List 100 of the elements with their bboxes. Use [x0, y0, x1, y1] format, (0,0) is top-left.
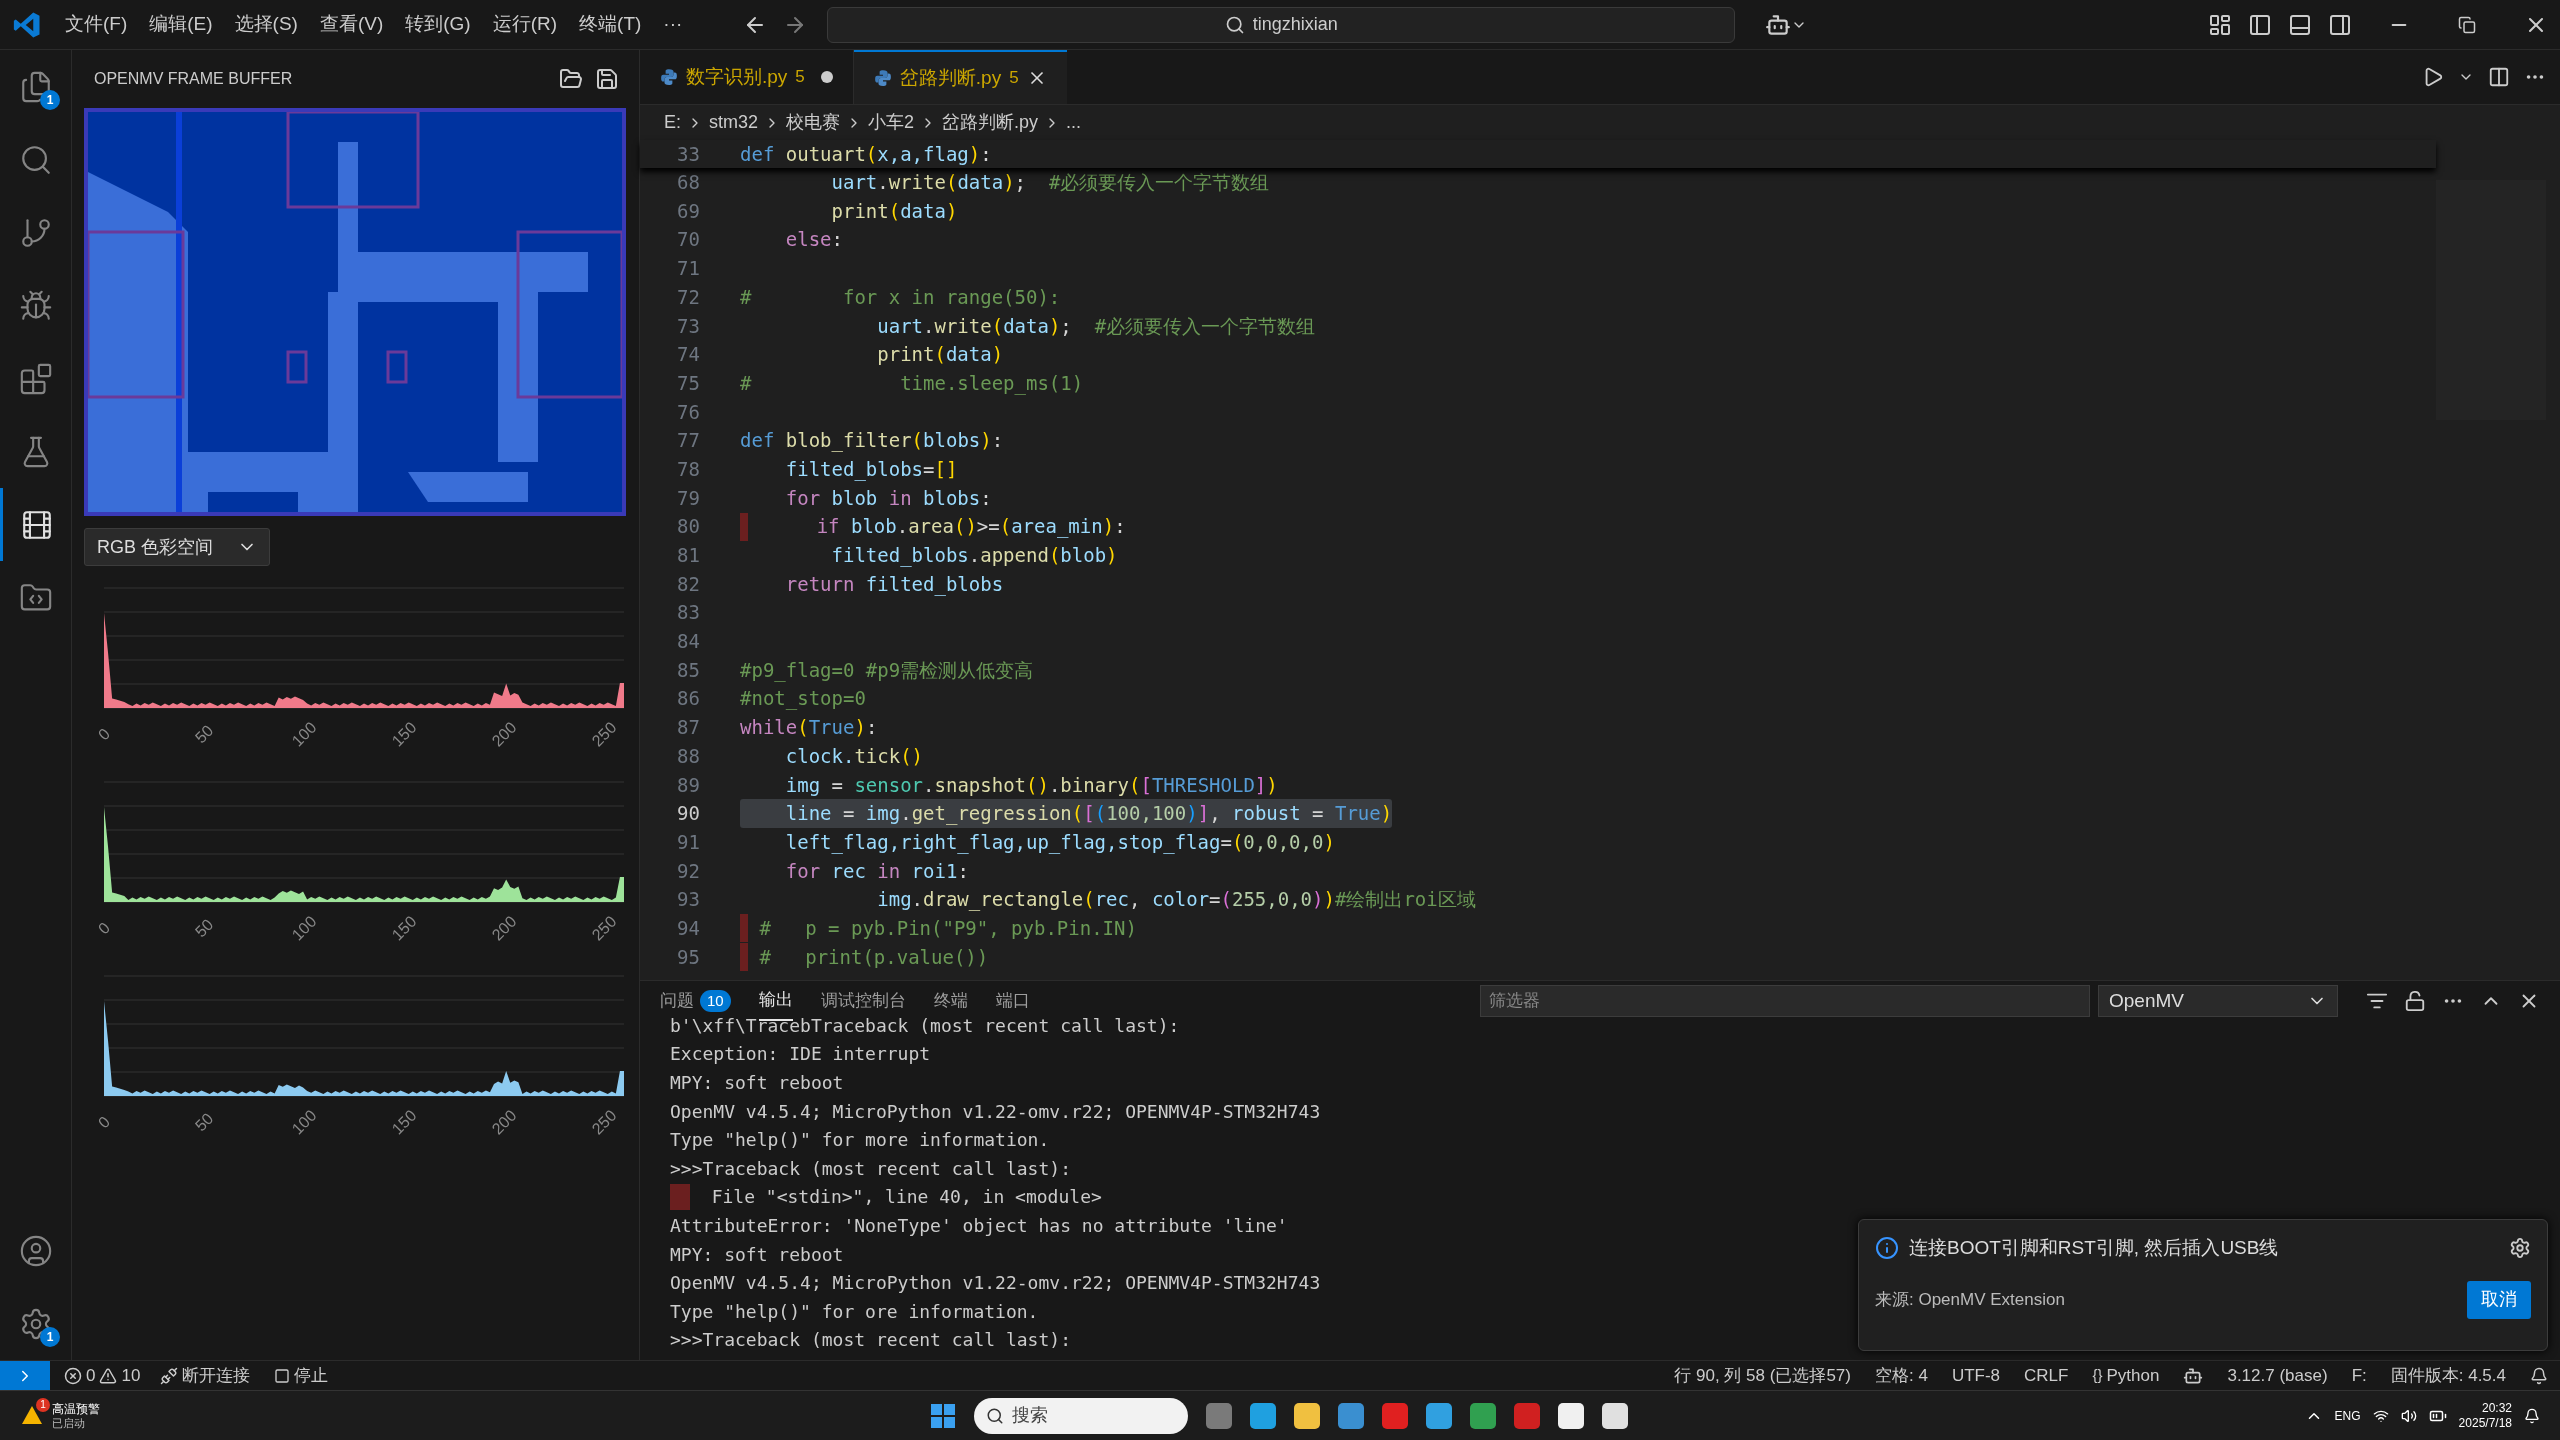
output-line: Type "help()" for ore information.	[670, 1299, 1039, 1324]
code-line: return filted_blobs	[784, 571, 1004, 598]
square-icon	[274, 1367, 291, 1384]
line-number: 79	[676, 485, 701, 511]
editor-tab[interactable]: 岔路判断.py 5	[853, 50, 1067, 104]
output-line: File "<stdin>", line 40, in <module>	[710, 1185, 1102, 1210]
command-center-field[interactable]: tingzhixian	[827, 6, 1736, 43]
axis-tick-label: 100	[288, 1106, 320, 1136]
search-icon	[986, 1406, 1004, 1425]
breadcrumb-item[interactable]: 小车2	[868, 109, 915, 136]
taskbar-clock[interactable]: 20:32 2025/7/18	[2458, 1400, 2512, 1431]
error-marker	[740, 512, 748, 541]
lock-icon[interactable]	[2404, 990, 2426, 1012]
menu-item[interactable]: 查看(V)	[308, 10, 395, 39]
menu-item[interactable]: 选择(S)	[223, 10, 309, 39]
taskbar-app-icon[interactable]	[1426, 1402, 1452, 1429]
code-line: #p9_flag=0 #p9需检测从低变高	[740, 657, 1034, 684]
activity-bar-item[interactable]: 1	[0, 1287, 71, 1360]
breadcrumb-item[interactable]: 岔路判断.py	[942, 109, 1039, 136]
status-item[interactable]: 断开连接	[182, 1362, 251, 1389]
notification-badge: 1	[40, 1327, 60, 1347]
status-item[interactable]: 空格: 4	[1875, 1362, 1928, 1389]
taskbar-app-icon[interactable]	[1294, 1402, 1320, 1429]
output-line: AttributeError: 'NoneType' object has no attribute 'line'	[670, 1213, 1288, 1238]
tab-title: 数字识别.py	[686, 64, 788, 89]
python-file-icon	[660, 68, 678, 86]
warning-icon	[99, 1366, 118, 1385]
status-item[interactable]: 固件版本: 4.5.4	[2390, 1362, 2506, 1389]
account-icon	[18, 1233, 53, 1268]
code-line: clock.tick()	[784, 743, 924, 769]
bell-icon[interactable]	[2530, 1366, 2548, 1385]
line-number: 77	[676, 428, 701, 454]
code-line: print(data)	[876, 342, 1004, 368]
status-item[interactable]: 行 90, 列 58 (已选择57)	[1674, 1362, 1851, 1389]
line-number: 95	[676, 944, 701, 970]
panel-left-icon[interactable]	[2248, 12, 2272, 37]
activity-bar-item[interactable]: 1	[0, 50, 71, 123]
bell-icon[interactable]	[2524, 1407, 2540, 1424]
line-number: 71	[676, 256, 701, 282]
axis-tick-label: 100	[288, 718, 320, 748]
code-line: if blob.area()>=(area_min):	[815, 514, 1126, 540]
axis-tick-label: 150	[388, 718, 420, 748]
code-line: else:	[784, 227, 843, 253]
panel-right-icon[interactable]	[2328, 12, 2352, 37]
folder-icon[interactable]	[559, 67, 583, 91]
line-number: 92	[676, 858, 701, 884]
menu-item[interactable]: 文件(F)	[54, 10, 139, 39]
panel-bottom-icon[interactable]	[2288, 12, 2312, 37]
panel-tab[interactable]: 输出	[758, 981, 793, 1021]
status-item[interactable]: 停止	[294, 1362, 329, 1389]
menu-item[interactable]: 运行(R)	[481, 10, 569, 39]
breadcrumb-item[interactable]: ...	[1066, 109, 1082, 136]
status-item[interactable]: F:	[2351, 1362, 2367, 1389]
status-item[interactable]: CRLF	[2024, 1362, 2069, 1389]
settings-icon[interactable]	[2509, 1237, 2531, 1260]
line-number: 94	[676, 915, 701, 941]
axis-tick-label: 200	[488, 912, 520, 942]
menu-item[interactable]: ···	[652, 10, 694, 39]
volume-icon[interactable]	[2400, 1407, 2417, 1424]
menu-item[interactable]: 终端(T)	[568, 10, 653, 39]
line-number: 90	[676, 801, 701, 827]
menu-item[interactable]: 转到(G)	[394, 10, 482, 39]
color-space-dropdown[interactable]: RGB 色彩空间	[84, 528, 270, 566]
breadcrumb-item[interactable]: stm32	[709, 109, 759, 136]
language-status[interactable]: {} Python	[2092, 1362, 2160, 1389]
taskbar-app-icon[interactable]	[1558, 1402, 1584, 1429]
axis-tick-label: 50	[191, 1109, 217, 1135]
axis-tick-label: 150	[388, 912, 420, 942]
cancel-button[interactable]: 取消	[2467, 1280, 2531, 1319]
restore-icon[interactable]	[2458, 15, 2476, 34]
code-line: for blob in blobs:	[784, 485, 992, 511]
error-icon	[64, 1366, 82, 1385]
axis-tick-label: 200	[488, 718, 520, 748]
breadcrumb-item[interactable]: E:	[664, 109, 681, 136]
layout-icon[interactable]	[2208, 12, 2232, 37]
output-channel-dropdown[interactable]: OpenMV	[2098, 985, 2338, 1017]
code-line: while(True):	[740, 715, 878, 741]
taskbar-app-icon[interactable]	[1250, 1402, 1276, 1429]
taskbar-app-icon[interactable]	[1602, 1402, 1628, 1429]
start-icon[interactable]	[930, 1402, 956, 1429]
breadcrumb-item[interactable]: 校电赛	[786, 109, 841, 136]
line-number: 72	[676, 284, 701, 310]
python-file-icon	[873, 69, 892, 87]
error-marker	[670, 1183, 690, 1210]
status-item[interactable]: 3.12.7 (base)	[2227, 1362, 2328, 1389]
count-badge: 10	[700, 989, 731, 1013]
axis-tick-label: 250	[588, 1106, 620, 1136]
code-line: print(data)	[830, 198, 958, 224]
input-language[interactable]: ENG	[2334, 1406, 2361, 1425]
status-item[interactable]: UTF-8	[1951, 1362, 2001, 1389]
line-number: 75	[676, 370, 701, 396]
run-debug-icon	[18, 288, 53, 323]
line-number: 87	[676, 715, 701, 741]
menu-item[interactable]: 编辑(E)	[138, 10, 224, 39]
filter-field[interactable]: 筛选器	[1480, 985, 2090, 1017]
split-editor-icon[interactable]	[2488, 66, 2510, 88]
taskbar-search-field[interactable]: 搜索	[974, 1397, 1188, 1434]
save-icon[interactable]	[595, 67, 619, 91]
notification-badge: 1	[36, 1397, 50, 1412]
problems-status[interactable]: 0 10	[64, 1362, 141, 1389]
